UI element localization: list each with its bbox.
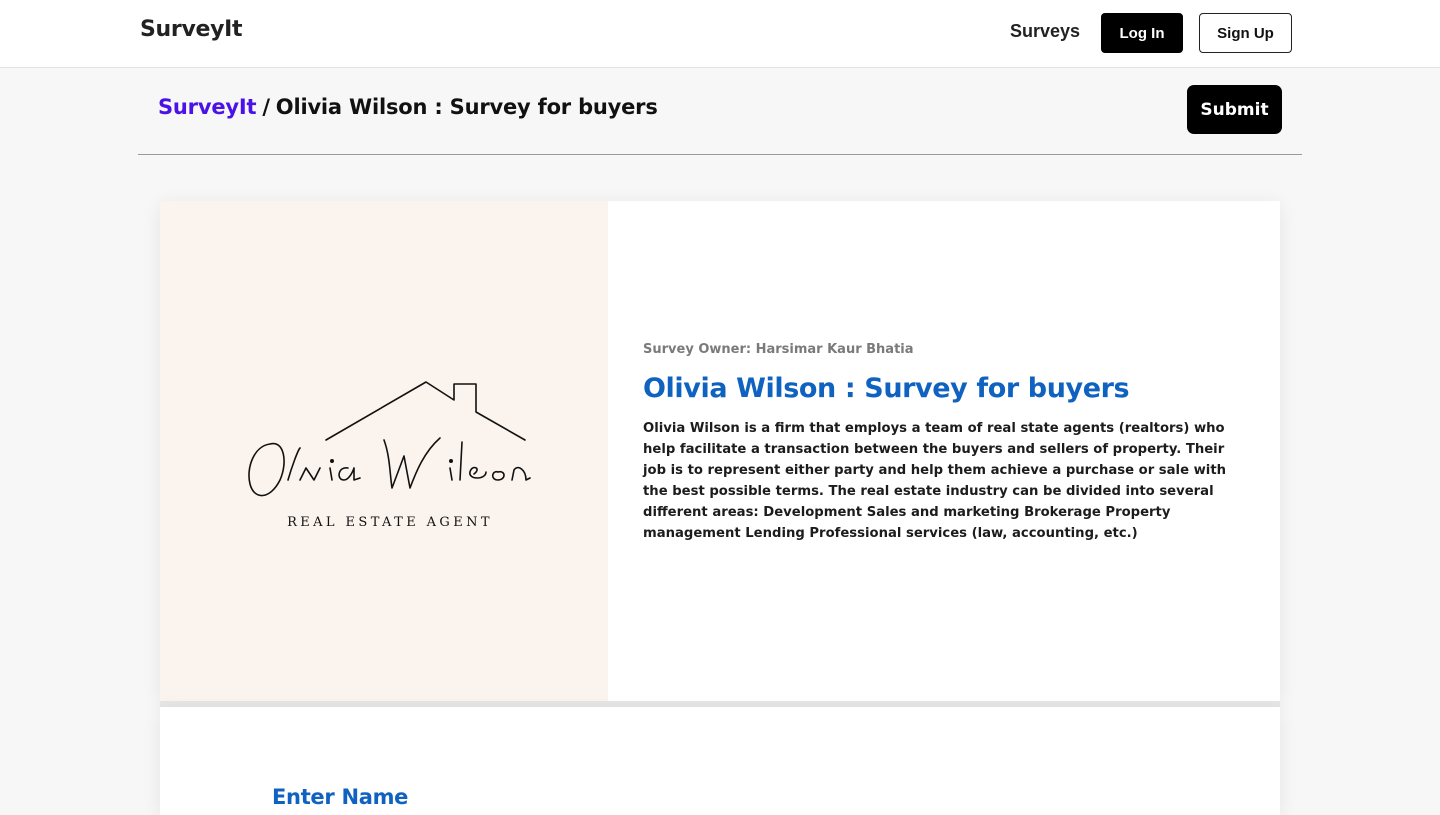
script-olivia bbox=[248, 442, 361, 497]
survey-info: Survey Owner: Harsimar Kaur Bhatia Olivi… bbox=[643, 342, 1243, 544]
survey-logo-panel: REAL ESTATE AGENT bbox=[160, 201, 608, 701]
submit-button[interactable]: Submit bbox=[1187, 85, 1282, 134]
survey-question-card: Enter Name bbox=[160, 707, 1280, 815]
signup-button[interactable]: Sign Up bbox=[1199, 13, 1292, 53]
olivia-wilson-logo: REAL ESTATE AGENT bbox=[248, 381, 531, 530]
script-wilson bbox=[383, 437, 531, 489]
survey-owner: Survey Owner: Harsimar Kaur Bhatia bbox=[643, 342, 914, 357]
survey-title: Olivia Wilson : Survey for buyers bbox=[643, 373, 1130, 404]
top-navbar: SurveyIt Surveys Log In Sign Up bbox=[0, 0, 1440, 68]
header-divider bbox=[138, 154, 1302, 155]
logo-tagline: REAL ESTATE AGENT bbox=[287, 515, 493, 530]
house-roof-icon bbox=[325, 381, 526, 441]
brand-logo[interactable]: SurveyIt bbox=[140, 17, 243, 42]
breadcrumb: SurveyIt / Olivia Wilson : Survey for buye… bbox=[158, 95, 658, 119]
survey-header-card: REAL ESTATE AGENT Survey Owner: Harsimar… bbox=[160, 201, 1280, 701]
login-button[interactable]: Log In bbox=[1101, 13, 1183, 53]
enter-name-label: Enter Name bbox=[272, 785, 409, 809]
breadcrumb-separator: / bbox=[262, 95, 270, 119]
survey-description: Olivia Wilson is a firm that employs a t… bbox=[643, 421, 1227, 541]
nav-surveys-link[interactable]: Surveys bbox=[1010, 21, 1080, 42]
breadcrumb-root-link[interactable]: SurveyIt bbox=[158, 95, 257, 119]
breadcrumb-current: Olivia Wilson : Survey for buyers bbox=[275, 95, 658, 119]
